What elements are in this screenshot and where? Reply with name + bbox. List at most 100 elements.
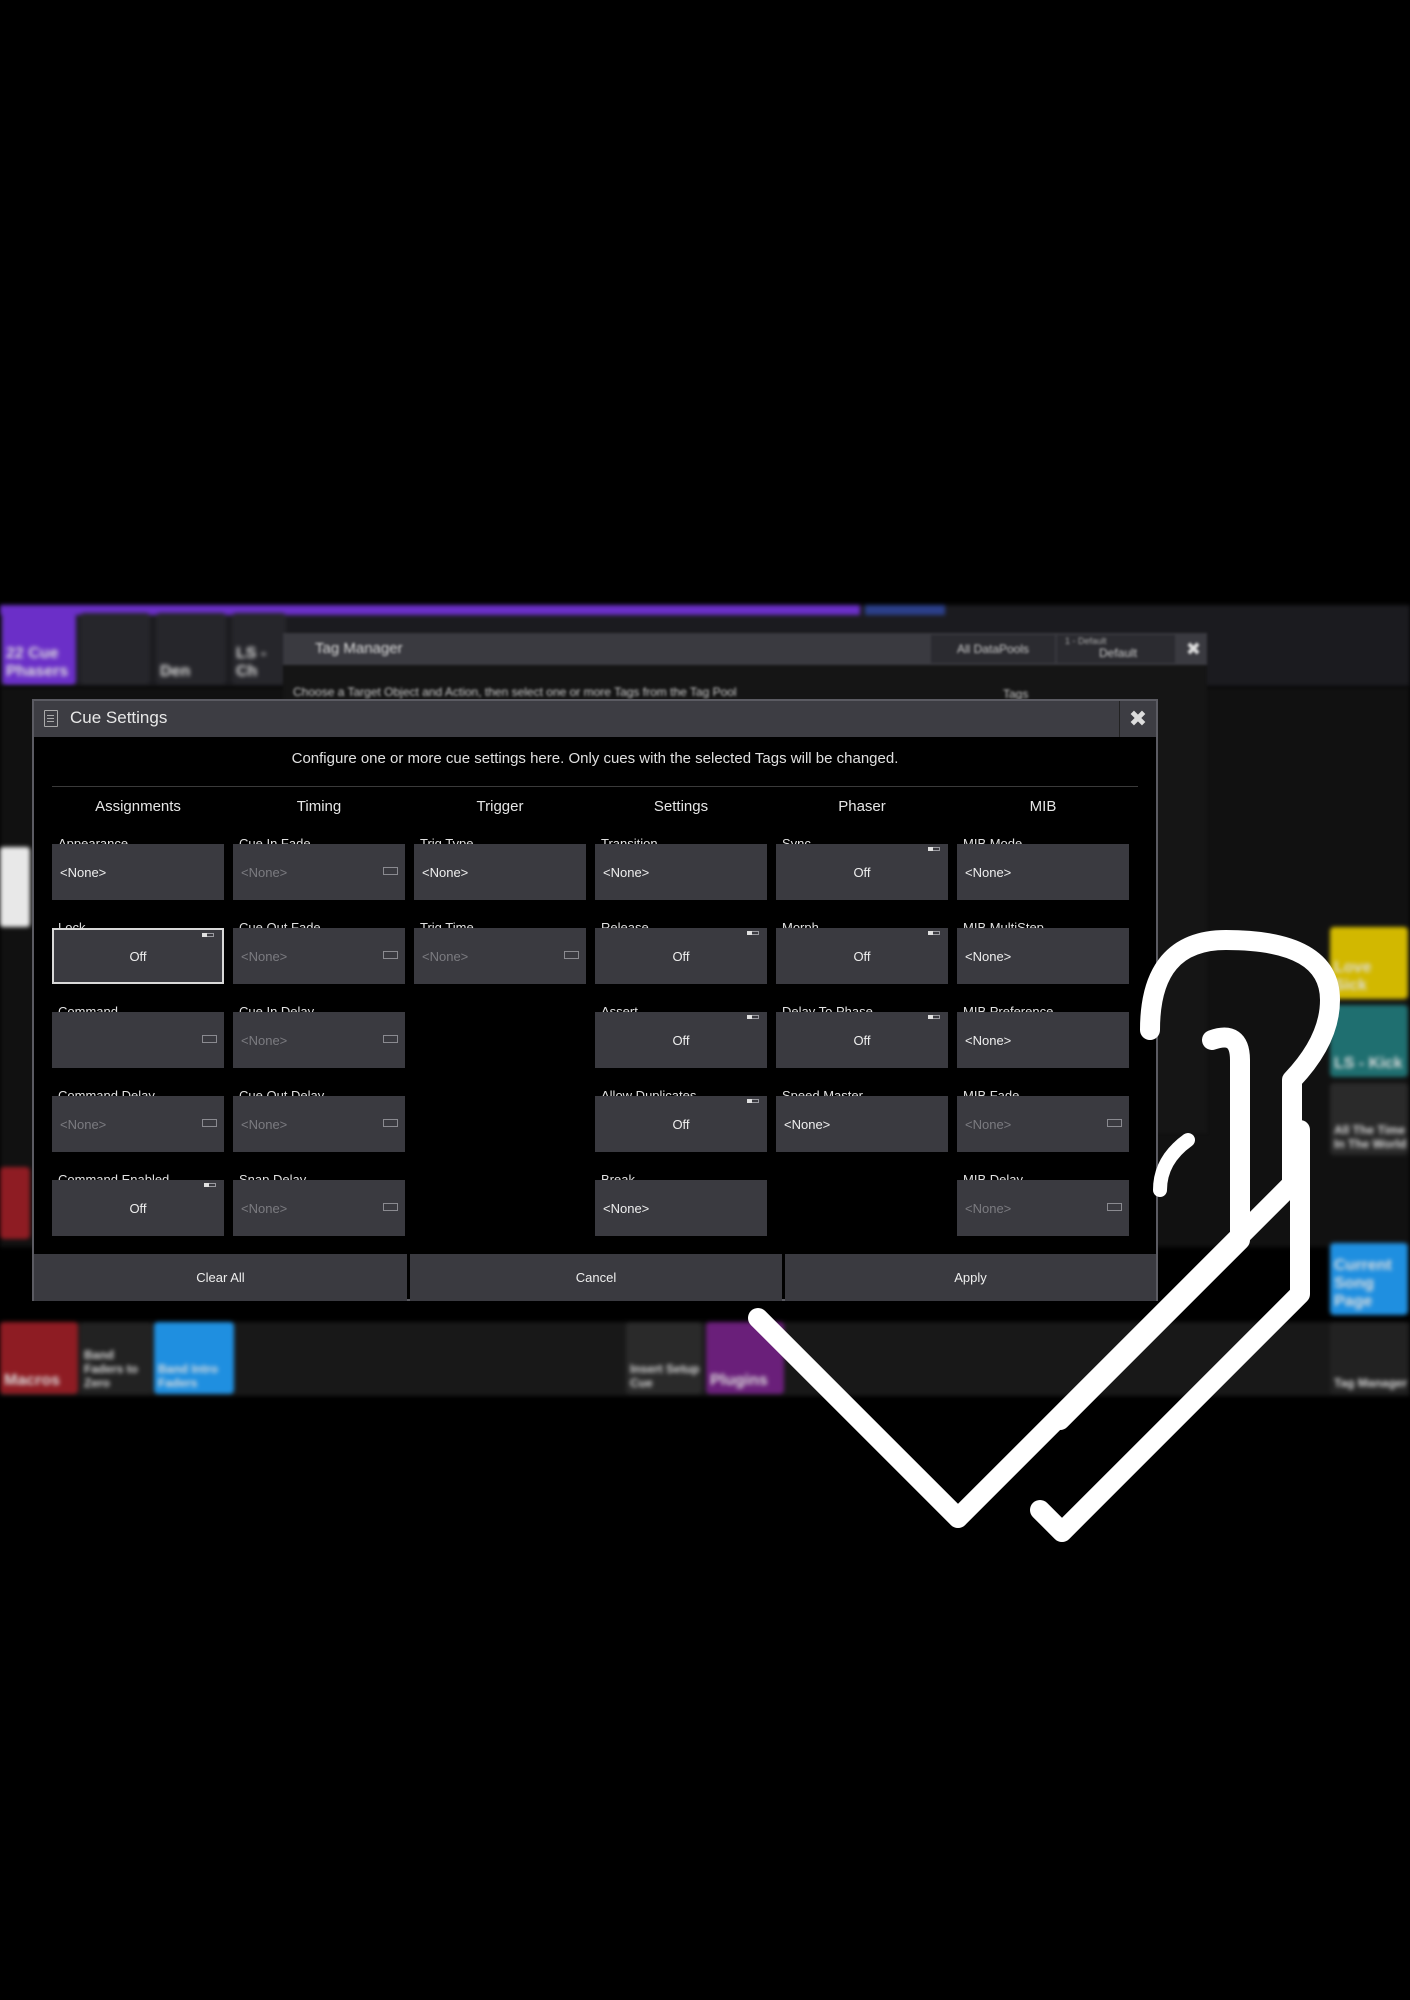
bg-tile: Den — [156, 613, 226, 685]
bg-tile: Band Faders to Zero — [80, 1322, 152, 1394]
mib-fade-input[interactable]: <None> — [957, 1096, 1129, 1152]
mib-preference-button[interactable]: <None> — [957, 1012, 1129, 1068]
bg-tile: Love Sick — [1330, 927, 1408, 999]
dialog-description: Configure one or more cue settings here.… — [291, 750, 899, 767]
tag-manager-titlebar: Tag Manager All DataPools 1 - Default De… — [283, 633, 1207, 665]
column-header-timing: Timing — [296, 798, 342, 815]
toggle-indicator-icon — [747, 931, 759, 935]
dialog-titlebar: Cue Settings ✖ — [34, 701, 1156, 737]
transition-value: <None> — [603, 865, 650, 880]
trig-type-value: <None> — [422, 865, 469, 880]
tag-manager-title: Tag Manager — [315, 640, 403, 657]
toggle-indicator-icon — [204, 1183, 216, 1187]
keyboard-icon — [564, 951, 579, 959]
command-enabled-toggle[interactable]: Off — [52, 1180, 224, 1236]
all-datapools-button[interactable]: All DataPools — [931, 635, 1055, 663]
keyboard-icon — [202, 1119, 217, 1127]
cue-out-delay-input[interactable]: <None> — [233, 1096, 405, 1152]
keyboard-icon — [202, 1035, 217, 1043]
bg-tile: Insert Setup Cue — [626, 1322, 702, 1394]
bg-tile: All The Time In The World — [1330, 1083, 1408, 1155]
bg-tile: LS - Kick — [1330, 1005, 1408, 1077]
morph-toggle[interactable]: Off — [776, 928, 948, 984]
blue-header-bar — [865, 605, 945, 615]
mib-multistep-button[interactable]: <None> — [957, 928, 1129, 984]
command-input[interactable] — [52, 1012, 224, 1068]
speed-master-value: <None> — [784, 1117, 831, 1132]
bg-tile: Tag Manager — [1330, 1322, 1408, 1394]
mib-mode-button[interactable]: <None> — [957, 844, 1129, 900]
column-header-mib: MIB — [1029, 798, 1057, 815]
cue-out-delay-value: <None> — [241, 1117, 288, 1132]
bg-tile: Current Song Page — [1330, 1243, 1408, 1315]
lock-toggle[interactable]: Off — [52, 928, 224, 984]
keyboard-icon — [383, 951, 398, 959]
toggle-indicator-icon — [928, 1015, 940, 1019]
toggle-indicator-icon — [928, 847, 940, 851]
column-header-assignments: Assignments — [95, 798, 181, 815]
bg-tile — [80, 613, 150, 685]
allow-duplicates-toggle[interactable]: Off — [595, 1096, 767, 1152]
column-header-phaser: Phaser — [838, 798, 886, 815]
snap-delay-input[interactable]: <None> — [233, 1180, 405, 1236]
toggle-indicator-icon — [747, 1015, 759, 1019]
allow-duplicates-value: Off — [672, 1117, 690, 1132]
appearance-button[interactable]: <None> — [52, 844, 224, 900]
cue-out-fade-input[interactable]: <None> — [233, 928, 405, 984]
apply-button[interactable]: Apply — [785, 1254, 1156, 1301]
lock-value: Off — [129, 949, 147, 964]
clear-all-button[interactable]: Clear All — [34, 1254, 407, 1301]
trig-time-value: <None> — [422, 949, 469, 964]
keyboard-icon — [1107, 1119, 1122, 1127]
delay-to-phase-toggle[interactable]: Off — [776, 1012, 948, 1068]
appearance-value: <None> — [60, 865, 107, 880]
bg-tile: Macros — [0, 1322, 78, 1394]
datapool-name: Default — [1099, 646, 1138, 660]
assert-toggle[interactable]: Off — [595, 1012, 767, 1068]
toggle-indicator-icon — [928, 931, 940, 935]
release-value: Off — [672, 949, 690, 964]
speed-master-button[interactable]: <None> — [776, 1096, 948, 1152]
mib-preference-value: <None> — [965, 1033, 1012, 1048]
assert-value: Off — [672, 1033, 690, 1048]
command-delay-input[interactable]: <None> — [52, 1096, 224, 1152]
bg-tile: Plugins — [706, 1322, 784, 1394]
cue-in-fade-value: <None> — [241, 865, 288, 880]
bg-tile: 22 Cue Phasers — [2, 613, 76, 685]
sync-value: Off — [853, 865, 871, 880]
mib-fade-value: <None> — [965, 1117, 1012, 1132]
keyboard-icon — [383, 1035, 398, 1043]
close-button[interactable]: ✖ — [1119, 701, 1156, 737]
cue-in-delay-input[interactable]: <None> — [233, 1012, 405, 1068]
cue-settings-dialog: Cue Settings ✖ Configure one or more cue… — [32, 699, 1158, 1301]
bg-tile: Band Intro Faders — [154, 1322, 234, 1394]
close-icon: ✖ — [1128, 706, 1148, 731]
bg-left-tile — [0, 847, 30, 927]
command-delay-value: <None> — [60, 1117, 107, 1132]
document-icon — [44, 710, 58, 727]
divider — [52, 786, 1138, 787]
background-executor-row-bottom: Macros Band Faders to Zero Band Intro Fa… — [0, 1322, 1410, 1396]
sync-toggle[interactable]: Off — [776, 844, 948, 900]
release-toggle[interactable]: Off — [595, 928, 767, 984]
snap-delay-value: <None> — [241, 1201, 288, 1216]
cue-in-delay-value: <None> — [241, 1033, 288, 1048]
trig-time-input[interactable]: <None> — [414, 928, 586, 984]
cancel-button[interactable]: Cancel — [410, 1254, 782, 1301]
transition-button[interactable]: <None> — [595, 844, 767, 900]
trig-type-button[interactable]: <None> — [414, 844, 586, 900]
tag-manager-hint: Choose a Target Object and Action, then … — [293, 685, 737, 699]
column-header-settings: Settings — [653, 798, 709, 815]
datapool-select[interactable]: 1 - Default Default — [1057, 635, 1175, 663]
cue-out-fade-value: <None> — [241, 949, 288, 964]
toggle-indicator-icon — [202, 933, 214, 937]
column-header-trigger: Trigger — [476, 798, 524, 815]
bg-tile — [0, 1167, 30, 1239]
break-button[interactable]: <None> — [595, 1180, 767, 1236]
cue-in-fade-input[interactable]: <None> — [233, 844, 405, 900]
dialog-title: Cue Settings — [70, 708, 168, 727]
mib-mode-value: <None> — [965, 865, 1012, 880]
mib-delay-input[interactable]: <None> — [957, 1180, 1129, 1236]
keyboard-icon — [1107, 1203, 1122, 1211]
close-icon[interactable]: ✖ — [1186, 639, 1201, 660]
